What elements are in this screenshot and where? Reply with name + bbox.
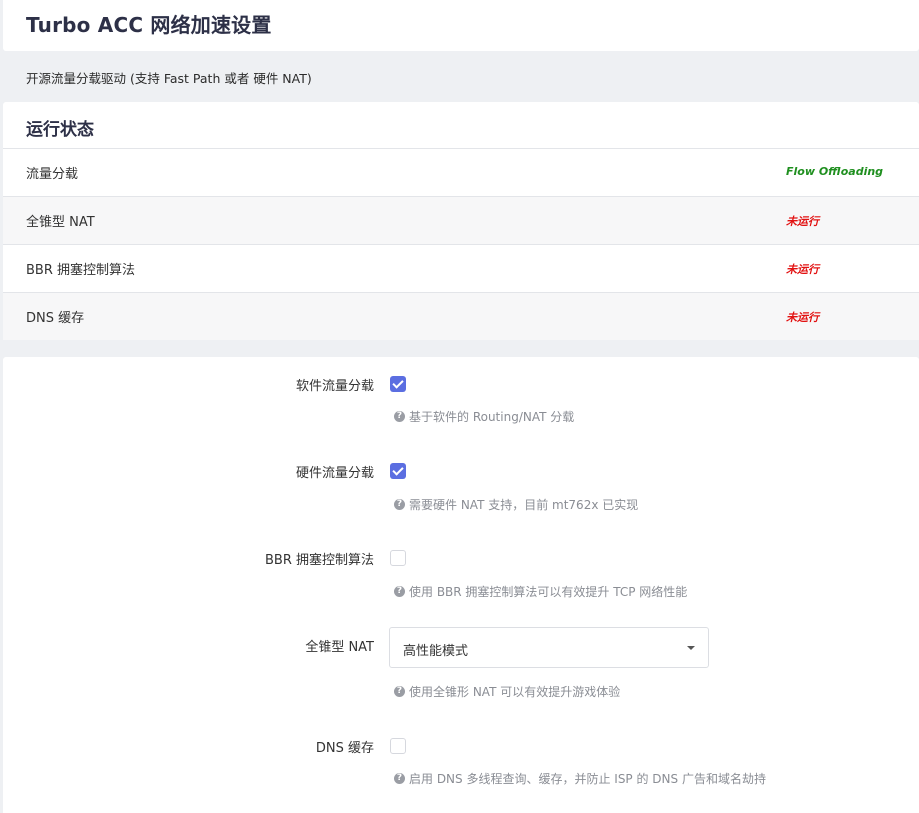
status-value: 未运行 xyxy=(786,215,819,228)
fullcone-selected-value: 高性能模式 xyxy=(403,644,469,659)
help-text: 启用 DNS 多线程查询、缓存，并防止 ISP 的 DNS 广告和域名劫持 xyxy=(409,772,766,786)
status-value: 未运行 xyxy=(786,263,819,276)
page-description: 开源流量分载驱动 (支持 Fast Path 或者 硬件 NAT) xyxy=(26,71,312,86)
status-value: Flow Offloading xyxy=(786,165,884,178)
help-text: 需要硬件 NAT 支持，目前 mt762x 已实现 xyxy=(409,498,639,512)
help-text: 使用 BBR 拥塞控制算法可以有效提升 TCP 网络性能 xyxy=(409,585,688,599)
dns-checkbox[interactable] xyxy=(390,738,406,754)
status-heading: 运行状态 xyxy=(26,120,94,140)
status-row-dns: DNS 缓存 未运行 xyxy=(3,292,919,340)
bbr-help: ? 使用 BBR 拥塞控制算法可以有效提升 TCP 网络性能 xyxy=(394,583,687,600)
help-text: 基于软件的 Routing/NAT 分载 xyxy=(409,410,575,424)
sw-offload-label: 软件流量分载 xyxy=(295,379,374,394)
status-label: DNS 缓存 xyxy=(26,311,85,326)
question-circle-icon: ? xyxy=(394,411,405,422)
sw-offload-help: ? 基于软件的 Routing/NAT 分载 xyxy=(394,408,574,425)
bbr-label: BBR 拥塞控制算法 xyxy=(264,553,374,568)
status-row-bbr: BBR 拥塞控制算法 未运行 xyxy=(3,244,919,292)
fullcone-help: ? 使用全锥形 NAT 可以有效提升游戏体验 xyxy=(394,683,620,700)
status-row-fullcone: 全锥型 NAT 未运行 xyxy=(3,196,919,244)
status-label: 全锥型 NAT xyxy=(26,215,95,230)
status-row-offload: 流量分载 Flow Offloading xyxy=(3,148,919,196)
fullcone-select[interactable]: 高性能模式 xyxy=(389,627,709,668)
page-header: Turbo ACC 网络加速设置 xyxy=(3,0,919,51)
question-circle-icon: ? xyxy=(394,686,405,697)
fullcone-label: 全锥型 NAT xyxy=(305,640,374,655)
status-table: 流量分载 Flow Offloading 全锥型 NAT 未运行 BBR 拥塞控… xyxy=(3,148,919,340)
chevron-down-icon xyxy=(687,646,695,650)
question-circle-icon: ? xyxy=(394,499,405,510)
status-section: 运行状态 流量分载 Flow Offloading 全锥型 NAT 未运行 BB… xyxy=(3,102,919,340)
status-label: BBR 拥塞控制算法 xyxy=(26,263,136,278)
help-text: 使用全锥形 NAT 可以有效提升游戏体验 xyxy=(409,685,621,699)
status-value: 未运行 xyxy=(786,311,819,324)
dns-label: DNS 缓存 xyxy=(315,741,374,756)
question-circle-icon: ? xyxy=(394,773,405,784)
status-label: 流量分载 xyxy=(26,167,79,182)
hw-offload-checkbox[interactable] xyxy=(390,463,406,479)
hw-offload-label: 硬件流量分载 xyxy=(295,466,374,481)
page-title: Turbo ACC 网络加速设置 xyxy=(26,13,272,37)
settings-form: 软件流量分载 ? 基于软件的 Routing/NAT 分载 硬件流量分载 ? 需… xyxy=(3,357,919,813)
hw-offload-help: ? 需要硬件 NAT 支持，目前 mt762x 已实现 xyxy=(394,496,638,513)
bbr-checkbox[interactable] xyxy=(390,550,406,566)
dns-help: ? 启用 DNS 多线程查询、缓存，并防止 ISP 的 DNS 广告和域名劫持 xyxy=(394,770,766,787)
sw-offload-checkbox[interactable] xyxy=(390,376,406,392)
question-circle-icon: ? xyxy=(394,586,405,597)
